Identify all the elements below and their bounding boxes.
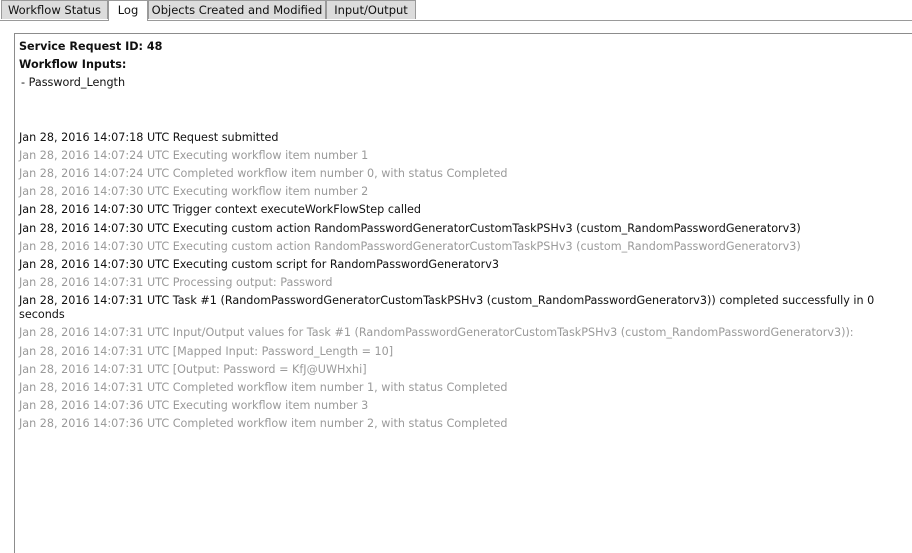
log-line: Jan 28, 2016 14:07:30 UTC Trigger contex…: [19, 203, 422, 217]
log-line: Jan 28, 2016 14:07:30 UTC Executing work…: [19, 185, 369, 199]
tab-workflow-status[interactable]: Workflow Status: [1, 0, 108, 19]
log-line: Jan 28, 2016 14:07:31 UTC [Output: Passw…: [19, 362, 367, 376]
workflow-input-item: - Password_Length: [21, 76, 126, 90]
log-line: Jan 28, 2016 14:07:30 UTC Executing cust…: [19, 258, 499, 272]
log-line: Jan 28, 2016 14:07:31 UTC Processing out…: [19, 276, 333, 290]
log-line: Jan 28, 2016 14:07:30 UTC Executing cust…: [19, 239, 801, 253]
log-line: Jan 28, 2016 14:07:36 UTC Executing work…: [19, 399, 369, 413]
log-line: Jan 28, 2016 14:07:30 UTC Executing cust…: [19, 221, 801, 235]
tab-bar: Workflow Status Log Objects Created and …: [0, 0, 912, 22]
log-line: Jan 28, 2016 14:07:24 UTC Executing work…: [19, 148, 369, 162]
log-line: Jan 28, 2016 14:07:31 UTC Task #1 (Rando…: [19, 294, 875, 321]
log-line: Jan 28, 2016 14:07:31 UTC Completed work…: [19, 381, 508, 395]
service-request-id: Service Request ID: 48: [19, 40, 163, 53]
tab-input-output[interactable]: Input/Output: [326, 0, 416, 19]
log-list: Jan 28, 2016 14:07:18 UTC Request submit…: [19, 129, 912, 434]
log-content: Service Request ID: 48 Workflow Inputs: …: [19, 38, 912, 434]
log-line: Jan 28, 2016 14:07:31 UTC [Mapped Input:…: [19, 344, 394, 358]
tab-objects-created-and-modified[interactable]: Objects Created and Modified: [148, 0, 326, 19]
log-line: Jan 28, 2016 14:07:24 UTC Completed work…: [19, 167, 508, 181]
log-panel: Service Request ID: 48 Workflow Inputs: …: [14, 33, 912, 553]
log-line: Jan 28, 2016 14:07:36 UTC Completed work…: [19, 417, 508, 431]
log-line: Jan 28, 2016 14:07:18 UTC Request submit…: [19, 130, 279, 144]
tab-log[interactable]: Log: [108, 0, 148, 21]
workflow-inputs-heading: Workflow Inputs:: [19, 58, 127, 72]
log-line: Jan 28, 2016 14:07:31 UTC Input/Output v…: [19, 326, 854, 340]
